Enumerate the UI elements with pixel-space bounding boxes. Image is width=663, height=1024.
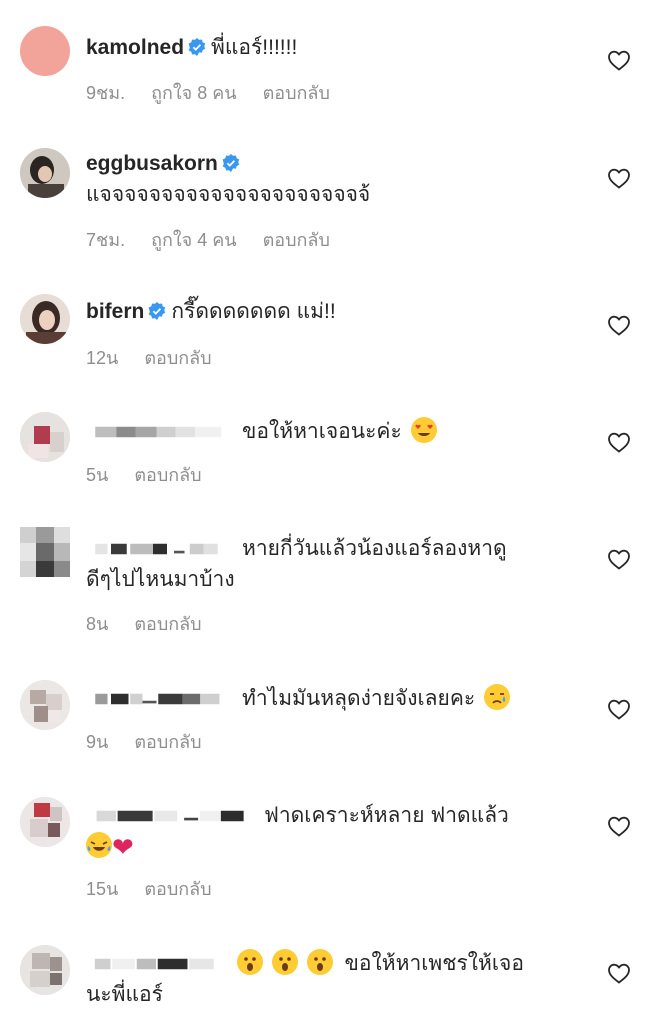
avatar[interactable] bbox=[20, 412, 70, 462]
verified-badge-icon bbox=[188, 38, 206, 56]
like-count[interactable]: ถูกใจ 8 คน bbox=[151, 83, 237, 103]
comment-text: ขอให้หาเพชรให้เจอ bbox=[344, 952, 524, 975]
heart-eyes-emoji-icon bbox=[410, 417, 437, 443]
blurred-username[interactable] bbox=[86, 957, 226, 971]
comment-text: หายกี่วันแล้วน้องแอร์ลองหาดู bbox=[242, 537, 507, 560]
reply-button[interactable]: ตอบกลับ bbox=[144, 348, 211, 368]
heart-outline-icon[interactable] bbox=[607, 431, 631, 453]
username[interactable]: bifern bbox=[86, 300, 144, 323]
timestamp: 9ชม. bbox=[86, 83, 126, 103]
comment-text: ขอให้หาเจอนะค่ะ bbox=[242, 420, 402, 443]
comment-text-line2: นะพี่แอร์ bbox=[86, 983, 163, 1006]
heart-outline-icon[interactable] bbox=[607, 815, 631, 837]
timestamp: 12น bbox=[86, 348, 119, 368]
comment-text: ทำไมมันหลุดง่ายจังเลยคะ bbox=[242, 687, 476, 710]
comment-body: ขอให้หาเพชรให้เจอ นะพี่แอร์ bbox=[86, 948, 556, 1010]
comment-body: หายกี่วันแล้วน้องแอร์ลองหาดู ดีๆไปไหนมาบ… bbox=[86, 533, 556, 595]
username[interactable]: kamolned bbox=[86, 36, 184, 59]
comment-meta: 15น ตอบกลับ bbox=[86, 874, 238, 903]
comment-body: bifern กรี๊ดดดดดดด แม่!! bbox=[86, 296, 556, 327]
verified-badge-icon bbox=[222, 154, 240, 172]
comment-meta: 9ชม. ถูกใจ 8 คน ตอบกลับ bbox=[86, 78, 356, 107]
crying-face-emoji-icon bbox=[484, 684, 511, 710]
astonished-face-emoji-icon bbox=[237, 949, 263, 975]
comment-body: eggbusakorn แจจจจจจจจจจจจจจจจจจจจจจ้ bbox=[86, 148, 556, 210]
avatar[interactable] bbox=[20, 797, 70, 847]
comment-body: ฟาดเคราะห์หลาย ฟาดแล้ว ❤ bbox=[86, 800, 556, 863]
blurred-username[interactable] bbox=[86, 809, 256, 823]
heart-outline-icon[interactable] bbox=[607, 314, 631, 336]
timestamp: 8น bbox=[86, 614, 109, 634]
heart-outline-icon[interactable] bbox=[607, 167, 631, 189]
reply-button[interactable]: ตอบกลับ bbox=[144, 879, 211, 899]
comment-meta: 7ชม. ถูกใจ 4 คน ตอบกลับ bbox=[86, 225, 356, 254]
blurred-username[interactable] bbox=[86, 692, 234, 706]
tears-of-joy-emoji-icon bbox=[86, 832, 112, 858]
reply-button[interactable]: ตอบกลับ bbox=[134, 732, 201, 752]
reply-button[interactable]: ตอบกลับ bbox=[134, 614, 201, 634]
comment-meta: 9น ตอบกลับ bbox=[86, 727, 228, 756]
reply-button[interactable]: ตอบกลับ bbox=[134, 465, 201, 485]
like-count[interactable]: ถูกใจ 4 คน bbox=[151, 230, 237, 250]
comment-meta: 8น ตอบกลับ bbox=[86, 609, 228, 638]
comment-meta: 5น ตอบกลับ bbox=[86, 460, 228, 489]
avatar[interactable] bbox=[20, 527, 70, 577]
heart-outline-icon[interactable] bbox=[607, 962, 631, 984]
avatar[interactable] bbox=[20, 26, 70, 76]
avatar[interactable] bbox=[20, 148, 70, 198]
blurred-username[interactable] bbox=[86, 542, 234, 556]
comment-text: กรี๊ดดดดดดด แม่!! bbox=[171, 300, 336, 323]
red-heart-emoji-icon: ❤ bbox=[112, 832, 134, 862]
avatar[interactable] bbox=[20, 945, 70, 995]
heart-outline-icon[interactable] bbox=[607, 548, 631, 570]
timestamp: 9น bbox=[86, 732, 109, 752]
reply-button[interactable]: ตอบกลับ bbox=[263, 230, 330, 250]
avatar[interactable] bbox=[20, 294, 70, 344]
avatar[interactable] bbox=[20, 680, 70, 730]
astonished-face-emoji-icon bbox=[271, 949, 298, 975]
heart-outline-icon[interactable] bbox=[607, 698, 631, 720]
astonished-face-emoji-icon bbox=[306, 949, 333, 975]
reply-button[interactable]: ตอบกลับ bbox=[263, 83, 330, 103]
comment-text-line2: ดีๆไปไหนมาบ้าง bbox=[86, 568, 235, 591]
comment-body: ขอให้หาเจอนะค่ะ bbox=[86, 416, 556, 447]
timestamp: 5น bbox=[86, 465, 109, 485]
comment-meta: 12น ตอบกลับ bbox=[86, 343, 238, 372]
comment-text: ฟาดเคราะห์หลาย ฟาดแล้ว bbox=[264, 804, 509, 827]
comment-text: พี่แอร์!!!!!! bbox=[211, 36, 298, 59]
heart-outline-icon[interactable] bbox=[607, 49, 631, 71]
comment-text: แจจจจจจจจจจจจจจจจจจจจจจ้ bbox=[86, 183, 371, 206]
username[interactable]: eggbusakorn bbox=[86, 152, 218, 175]
timestamp: 7ชม. bbox=[86, 230, 126, 250]
comment-body: ทำไมมันหลุดง่ายจังเลยคะ bbox=[86, 683, 556, 714]
blurred-username[interactable] bbox=[86, 425, 234, 439]
verified-badge-icon bbox=[149, 302, 166, 320]
timestamp: 15น bbox=[86, 879, 119, 899]
comment-body: kamolned พี่แอร์!!!!!! bbox=[86, 32, 556, 63]
